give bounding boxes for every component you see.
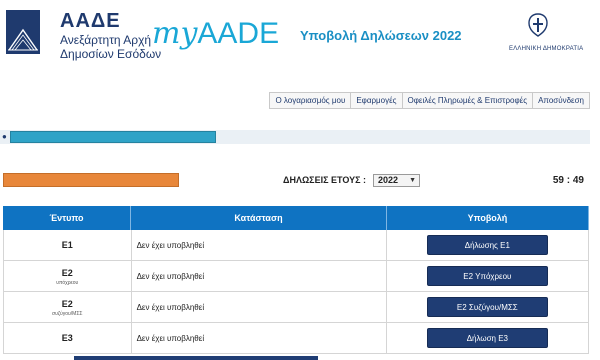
form-cell: Ε3 [4,323,132,353]
government-label: ΕΛΛΗΝΙΚΗ ΔΗΜΟΚΡΑΤΙΑ [509,46,584,52]
table-header: Έντυπο Κατάσταση Υποβολή [3,206,589,230]
redacted-taxpayer-info [3,173,179,187]
aade-logo-icon [6,10,40,54]
action-cell: Δήλωσης Ε1 [387,230,588,260]
submit-e1-button[interactable]: Δήλωσης Ε1 [426,235,548,255]
column-header-status: Κατάσταση [131,206,387,230]
nav-my-account[interactable]: Ο λογαριασμός μου [269,92,352,109]
form-cell: Ε1 [4,230,132,260]
nav-debts-payments[interactable]: Οφειλές Πληρωμές & Επιστροφές [401,92,534,109]
cut-off-button[interactable] [74,356,318,360]
action-cell: Ε2 Συζύγου/ΜΣΣ [387,292,588,322]
status-cell: Δεν έχει υποβληθεί [132,230,387,260]
table-row: Ε2 συζύγου/ΜΣΣ Δεν έχει υποβληθεί Ε2 Συζ… [3,292,589,323]
user-icon: ● [2,132,7,141]
form-cell: Ε2 συζύγου/ΜΣΣ [4,292,132,322]
table-row: Ε1 Δεν έχει υποβληθεί Δήλωσης Ε1 [3,230,589,261]
form-code: Ε1 [61,240,73,250]
year-select-value: 2022 [378,175,399,185]
session-timer: 59 : 49 [552,175,584,186]
redacted-user-name [10,131,216,143]
action-cell: Δήλωση Ε3 [387,323,588,353]
org-full-name-line1: Ανεξάρτητη Αρχή [60,33,152,47]
column-header-form: Έντυπο [3,206,131,230]
brand-aade: AADE [197,17,280,50]
status-cell: Δεν έχει υποβληθεί [132,261,387,291]
submit-e3-button[interactable]: Δήλωση Ε3 [426,328,548,348]
form-code: Ε2 [61,268,73,278]
form-subtitle: υπόχρεου [56,280,79,286]
org-short-name: ΑΑΔΕ [60,10,121,32]
year-label: ΔΗΛΩΣΕΙΣ ΕΤΟΥΣ : [283,175,366,185]
declarations-table: Έντυπο Κατάσταση Υποβολή Ε1 Δεν έχει υπο… [3,206,589,354]
nav-applications[interactable]: Εφαρμογές [350,92,403,109]
myaade-logo[interactable]: myAADE [152,16,279,51]
chevron-down-icon: ▼ [409,177,416,184]
form-code: Ε2 [61,299,73,309]
form-cell: Ε2 υπόχρεου [4,261,132,291]
form-subtitle: συζύγου/ΜΣΣ [52,311,83,317]
table-row: Ε2 υπόχρεου Δεν έχει υποβληθεί Ε2 Υπόχρε… [3,261,589,292]
status-cell: Δεν έχει υποβληθεί [132,323,387,353]
org-full-name-line2: Δημοσίων Εσόδων [60,47,162,61]
site-header: ΑΑΔΕ Ανεξάρτητη Αρχή Δημοσίων Εσόδων myA… [0,0,600,70]
page-title: Υποβολή Δηλώσεων 2022 [300,28,462,43]
nav-logout[interactable]: Αποσύνδεση [532,92,590,109]
year-select[interactable]: 2022 ▼ [373,174,420,187]
brand-my: my [152,16,198,51]
column-header-submit: Υποβολή [387,206,589,230]
form-code: Ε3 [61,333,73,343]
user-bar: ● [0,130,590,144]
greek-emblem-icon [528,13,548,37]
submit-e2-spouse-button[interactable]: Ε2 Συζύγου/ΜΣΣ [426,297,548,317]
top-navigation: Ο λογαριασμός μου Εφαρμογές Οφειλές Πληρ… [269,92,590,109]
submit-e2-obligor-button[interactable]: Ε2 Υπόχρεου [426,266,548,286]
status-cell: Δεν έχει υποβληθεί [132,292,387,322]
table-row: Ε3 Δεν έχει υποβληθεί Δήλωση Ε3 [3,323,589,354]
action-cell: Ε2 Υπόχρεου [387,261,588,291]
